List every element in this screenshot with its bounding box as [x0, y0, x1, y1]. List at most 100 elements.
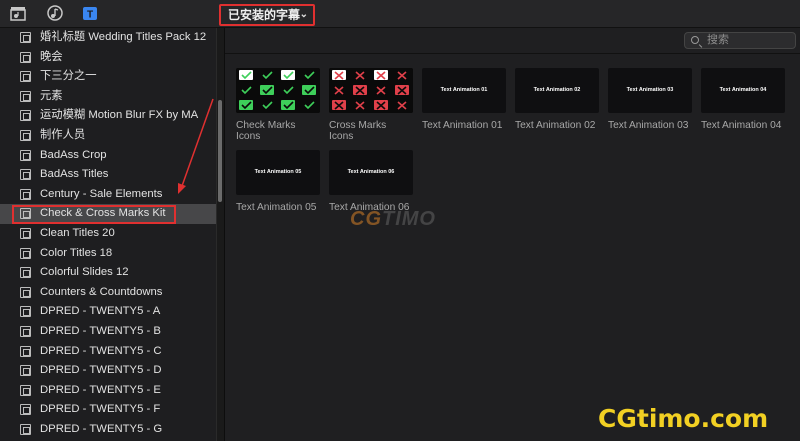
sidebar-item-label: DPRED - TWENTY5 - D	[40, 364, 162, 377]
tile-thumbnail: Text Animation 02	[515, 68, 599, 113]
title-category-icon	[20, 424, 31, 435]
title-category-icon	[20, 51, 31, 63]
sidebar-item-label: 晚会	[40, 50, 63, 63]
sidebar-item[interactable]: 下三分之一	[0, 67, 216, 87]
title-tile[interactable]: Text Animation 04 Text Animation 04	[701, 68, 785, 131]
chevron-updown-icon: ⌃⌄	[291, 9, 308, 20]
sidebar-item[interactable]: DPRED - TWENTY5 - A	[0, 302, 216, 322]
tile-label: Text Animation 03	[608, 120, 689, 131]
sidebar-item-label: BadAss Crop	[40, 148, 107, 161]
tile-thumbnail: Text Animation 06	[329, 150, 413, 195]
sidebar-item[interactable]: Counters & Countdowns	[0, 283, 216, 303]
sidebar-item-label: 运动模糊 Motion Blur FX by MA	[40, 109, 199, 122]
thumbnail-text: Text Animation 04	[719, 87, 767, 93]
title-category-icon	[20, 71, 31, 83]
sidebar-item[interactable]: DPRED - TWENTY5 - F	[0, 400, 216, 420]
title-tile[interactable]: Text Animation 01 Text Animation 01	[422, 68, 506, 131]
music-note-icon[interactable]	[45, 4, 65, 24]
sidebar-item-label: Color Titles 18	[40, 246, 113, 259]
sidebar-item-label: Clean Titles 20	[40, 227, 115, 239]
title-category-icon	[20, 32, 31, 43]
sidebar-item-label: 下三分之一	[40, 70, 97, 83]
title-tile[interactable]: Cross Marks Icons	[329, 68, 413, 142]
sidebar-scrollbar[interactable]	[216, 28, 224, 441]
sidebar-item-label: 制作人员	[40, 129, 86, 141]
sidebar-item-label: DPRED - TWENTY5 - E	[40, 383, 161, 396]
search-input[interactable]: 搜索	[684, 32, 796, 49]
search-icon	[691, 36, 699, 44]
sidebar-item[interactable]: 制作人员	[0, 126, 216, 146]
cross-marks-thumbnail	[329, 68, 413, 113]
search-placeholder: 搜索	[707, 34, 729, 46]
title-tile[interactable]: Text Animation 03 Text Animation 03	[608, 68, 692, 131]
title-tile[interactable]: Text Animation 06 Text Animation 06	[329, 150, 413, 213]
sidebar-item[interactable]: Colorful Slides 12	[0, 263, 216, 283]
tile-label: Text Animation 01	[422, 120, 503, 131]
title-category-icon	[20, 130, 31, 141]
sidebar-scrollbar-thumb[interactable]	[218, 100, 222, 202]
tile-label: Text Animation 02	[515, 120, 596, 131]
sidebar-item[interactable]: DPRED - TWENTY5 - D	[0, 361, 216, 381]
title-category-icon	[20, 404, 31, 416]
title-tile[interactable]: Check Marks Icons	[236, 68, 320, 142]
tile-label: Cross Marks Icons	[329, 120, 387, 142]
titles-icon[interactable]: T	[80, 4, 100, 24]
sidebar-item[interactable]: DPRED - TWENTY5 - G	[0, 420, 216, 440]
title-category-icon	[20, 228, 31, 239]
title-category-icon	[20, 384, 31, 396]
thumbnail-text: Text Animation 05	[254, 169, 302, 175]
sidebar-item-label: Century - Sale Elements	[40, 187, 163, 200]
title-category-icon	[20, 149, 31, 161]
sidebar-item-label: Colorful Slides 12	[40, 266, 129, 279]
tile-thumbnail: Text Animation 05	[236, 150, 320, 195]
sidebar-item[interactable]: 运动模糊 Motion Blur FX by MA	[0, 106, 216, 126]
sidebar-item[interactable]: BadAss Titles	[0, 165, 216, 185]
sidebar-item-label: DPRED - TWENTY5 - B	[40, 325, 161, 337]
tile-label: Text Animation 04	[701, 120, 782, 131]
sidebar-item-label: DPRED - TWENTY5 - G	[40, 423, 163, 435]
dropdown-label: 已安装的字幕	[228, 8, 301, 22]
installed-titles-dropdown[interactable]: 已安装的字幕 ⌃⌄	[219, 4, 315, 26]
title-category-icon	[20, 169, 31, 181]
check-marks-thumbnail	[236, 68, 320, 113]
tile-label: Check Marks Icons	[236, 120, 296, 142]
title-category-icon	[20, 306, 31, 318]
title-category-icon	[20, 365, 31, 377]
sidebar-item[interactable]: DPRED - TWENTY5 - B	[0, 322, 216, 342]
svg-text:T: T	[87, 10, 93, 21]
title-tile[interactable]: Text Animation 05 Text Animation 05	[236, 150, 320, 213]
thumbnail-text: Text Animation 01	[440, 87, 488, 93]
sidebar: 婚礼标题 Wedding Titles Pack 12 晚会下三分之一元素运动模糊…	[0, 28, 216, 441]
sidebar-item[interactable]: 元素	[0, 87, 216, 107]
sidebar-item[interactable]: Century - Sale Elements	[0, 185, 216, 205]
tile-thumbnail: Text Animation 04	[701, 68, 785, 113]
sidebar-item-label: 婚礼标题 Wedding Titles Pack 12	[40, 31, 207, 43]
sidebar-item-label: DPRED - TWENTY5 - C	[40, 344, 162, 357]
sidebar-item-label: 元素	[40, 89, 63, 102]
sidebar-item[interactable]: Clean Titles 20	[0, 224, 216, 244]
sidebar-item[interactable]: DPRED - TWENTY5 - E	[0, 381, 216, 401]
sidebar-item[interactable]: 晚会	[0, 48, 216, 68]
thumbnail-text: Text Animation 02	[533, 87, 581, 93]
sidebar-item-label: DPRED - TWENTY5 - F	[40, 403, 161, 416]
sidebar-item-label: Counters & Countdowns	[40, 285, 163, 298]
sidebar-item-label: BadAss Titles	[40, 168, 109, 181]
selection-highlight-box	[12, 205, 176, 224]
title-category-icon	[20, 326, 31, 337]
title-category-icon	[20, 345, 31, 357]
title-category-icon	[20, 247, 31, 259]
brand-footer: CGtimo.com	[598, 404, 769, 433]
title-category-icon	[20, 188, 31, 200]
thumbnail-text: Text Animation 06	[347, 169, 395, 175]
sidebar-item[interactable]: BadAss Crop	[0, 146, 216, 166]
sidebar-item[interactable]: 婚礼标题 Wedding Titles Pack 12	[0, 28, 216, 48]
clapperboard-music-icon[interactable]	[8, 4, 28, 24]
title-tile[interactable]: Text Animation 02 Text Animation 02	[515, 68, 599, 131]
watermark-logo: CGTIMO	[350, 208, 436, 230]
tile-thumbnail: Text Animation 03	[608, 68, 692, 113]
sidebar-item[interactable]: Color Titles 18	[0, 244, 216, 264]
title-category-icon	[20, 110, 31, 122]
title-category-icon	[20, 90, 31, 102]
sidebar-item[interactable]: DPRED - TWENTY5 - C	[0, 342, 216, 362]
sidebar-item-label: DPRED - TWENTY5 - A	[40, 305, 161, 318]
